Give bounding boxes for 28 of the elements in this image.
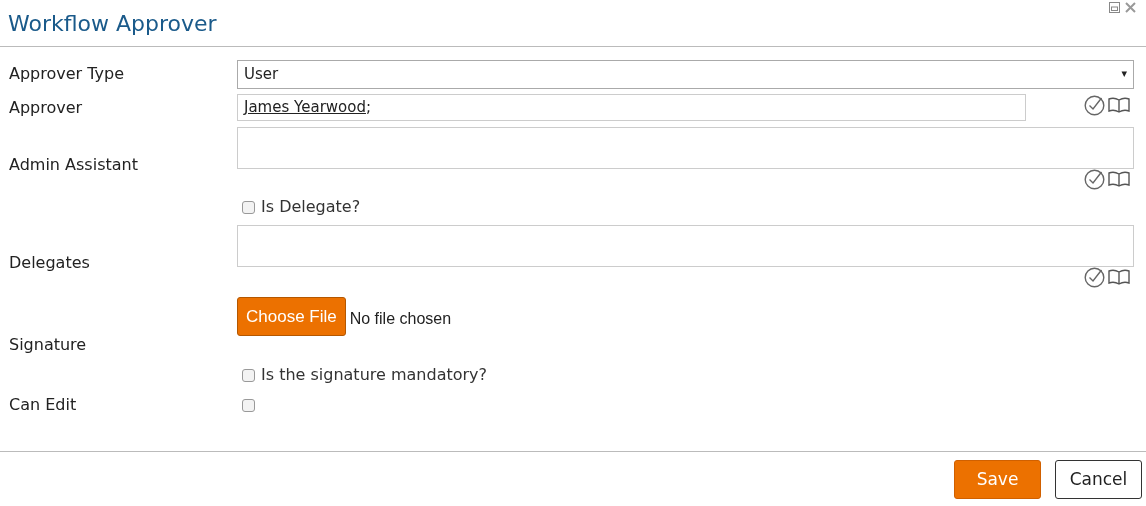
checkbox[interactable] bbox=[242, 398, 255, 412]
check-circle-icon[interactable] bbox=[1084, 95, 1105, 116]
check-circle-icon[interactable] bbox=[1084, 267, 1105, 288]
approver-type-select[interactable]: User ▾ bbox=[237, 59, 1134, 89]
checkbox[interactable] bbox=[242, 368, 255, 382]
file-status: No file chosen bbox=[349, 309, 452, 329]
checkbox-label: Is the signature mandatory? bbox=[261, 364, 488, 386]
checkbox-label: Is Delegate? bbox=[261, 196, 361, 218]
close-icon[interactable] bbox=[1125, 2, 1136, 13]
cancel-button[interactable]: Cancel bbox=[1055, 460, 1142, 499]
field-label: Delegates bbox=[9, 252, 91, 274]
book-icon[interactable] bbox=[1108, 97, 1130, 114]
checkbox[interactable] bbox=[242, 200, 255, 214]
field-label: Signature bbox=[9, 334, 88, 356]
maximize-icon[interactable] bbox=[1109, 2, 1120, 13]
person-link[interactable]: James Yearwood bbox=[244, 96, 366, 119]
separator-text: ; bbox=[365, 97, 371, 119]
field-label: Approver Type bbox=[9, 63, 125, 85]
field-label: Can Edit bbox=[9, 394, 78, 416]
people-field[interactable] bbox=[237, 127, 1134, 169]
book-icon[interactable] bbox=[1108, 171, 1130, 188]
field-label: Approver bbox=[9, 98, 83, 117]
window-title: Workflow Approver bbox=[8, 9, 217, 38]
people-field[interactable] bbox=[237, 225, 1134, 267]
approver-field[interactable]: James Yearwood; bbox=[237, 94, 1026, 121]
check-circle-icon[interactable] bbox=[1084, 169, 1105, 190]
book-icon[interactable] bbox=[1108, 269, 1130, 286]
field-label: Admin Assistant bbox=[9, 154, 139, 176]
